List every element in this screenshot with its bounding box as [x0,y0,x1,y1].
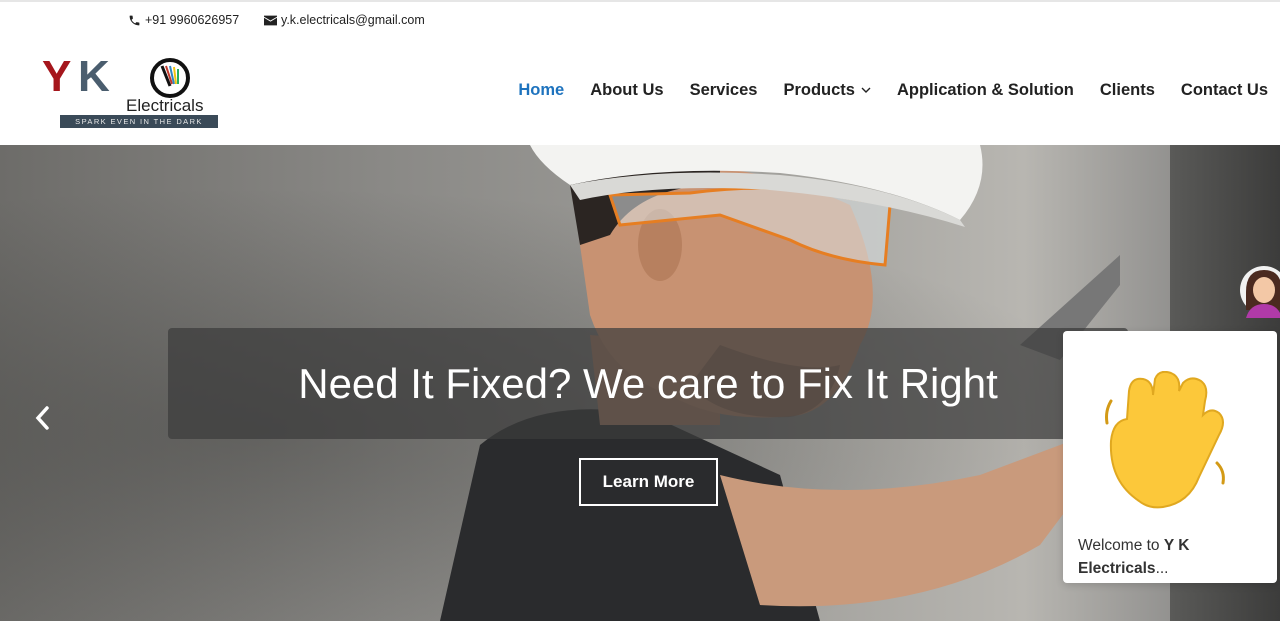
nav-item-services[interactable]: Services [690,80,758,100]
chat-welcome-card[interactable]: Welcome to Y K Electricals... [1063,331,1277,583]
chat-agent-avatar[interactable] [1238,262,1280,318]
email-address: y.k.electricals@gmail.com [281,13,425,27]
headline-banner: Need It Fixed? We care to Fix It Right [168,328,1128,439]
logo-wordmark: Electricals [126,96,204,115]
site-header: Y K Electricals SPARK EVEN IN THE DARK H… [0,40,1280,145]
top-contact-bar: +91 9960626957 y.k.electricals@gmail.com [0,0,1280,40]
main-nav: Home About Us Services Products Applicat… [518,80,1268,100]
logo-letter-k: K [78,52,110,101]
hero-headline: Need It Fixed? We care to Fix It Right [298,360,998,407]
site-logo[interactable]: Y K Electricals SPARK EVEN IN THE DARK [42,54,222,130]
nav-item-application-solution[interactable]: Application & Solution [897,80,1074,100]
chevron-down-icon [861,87,871,93]
nav-item-home[interactable]: Home [518,80,564,100]
nav-item-clients[interactable]: Clients [1100,80,1155,100]
chat-welcome-message: Welcome to Y K Electricals... [1078,534,1268,580]
envelope-icon [264,15,277,26]
waving-hand-icon [1105,371,1225,509]
phone-number: +91 9960626957 [145,13,240,27]
phone-contact[interactable]: +91 9960626957 [128,13,239,27]
logo-letter-y: Y [42,52,71,101]
email-contact[interactable]: y.k.electricals@gmail.com [264,13,425,27]
phone-icon [128,14,141,27]
learn-more-button[interactable]: Learn More [579,458,718,506]
logo-cable-icon [150,58,190,98]
logo-tagline: SPARK EVEN IN THE DARK [60,115,218,128]
nav-item-contact-us[interactable]: Contact Us [1181,80,1268,100]
welcome-prefix: Welcome to [1078,537,1164,554]
nav-item-products[interactable]: Products [783,80,871,100]
nav-item-products-label: Products [783,81,855,99]
welcome-suffix: ... [1155,560,1169,577]
nav-item-about-us[interactable]: About Us [590,80,663,100]
chevron-left-icon[interactable] [30,400,56,436]
